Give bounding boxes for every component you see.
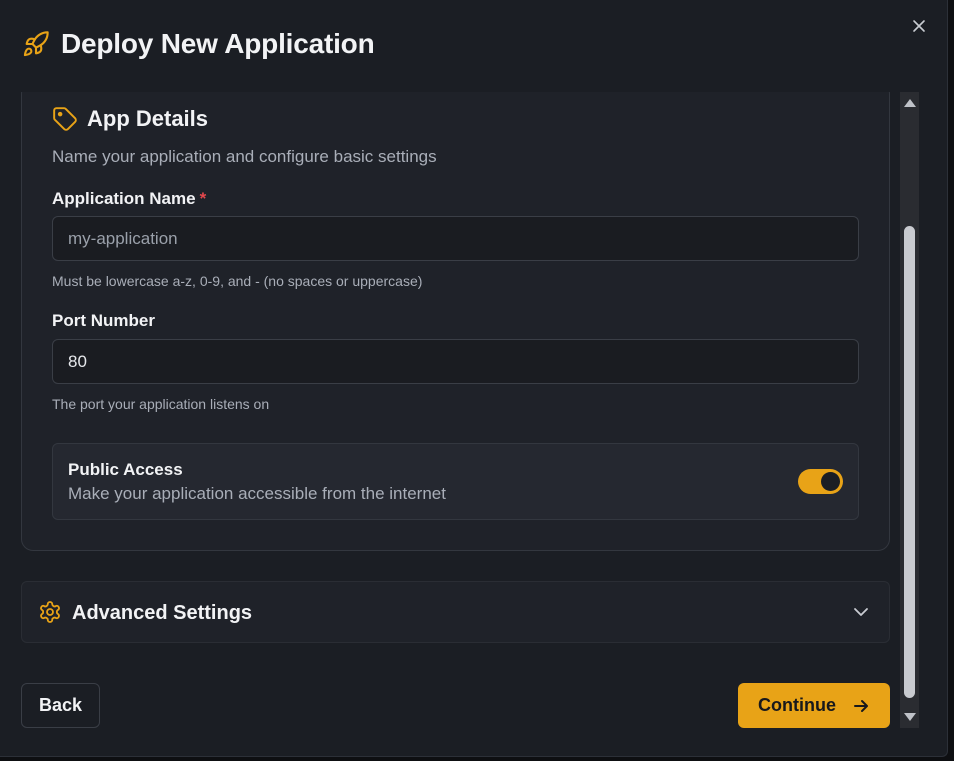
rocket-icon — [23, 31, 49, 57]
scrollbar[interactable] — [900, 92, 919, 728]
advanced-settings-accordion[interactable]: Advanced Settings — [21, 581, 890, 643]
arrow-right-icon — [854, 699, 868, 712]
scroll-down-arrow[interactable] — [904, 713, 916, 721]
port-label: Port Number — [52, 311, 155, 330]
advanced-settings-title: Advanced Settings — [72, 602, 253, 624]
section-header: App Details — [52, 106, 208, 132]
app-name-label: Application Name * — [52, 189, 206, 209]
continue-button[interactable]: Continue — [738, 683, 890, 728]
toggle-knob — [821, 472, 840, 491]
scrollbar-thumb[interactable] — [904, 226, 915, 698]
required-marker: * — [199, 189, 207, 208]
port-hint: The port your application listens on — [52, 396, 270, 412]
public-access-title: Public Access — [68, 460, 183, 479]
section-title: App Details — [87, 106, 209, 131]
deploy-dialog: Deploy New Application App Details Name … — [0, 0, 948, 757]
gear-icon — [40, 601, 60, 623]
section-description: Name your application and configure basi… — [52, 147, 437, 166]
app-details-card: App Details Name your application and co… — [21, 92, 890, 551]
app-name-hint: Must be lowercase a-z, 0-9, and - (no sp… — [52, 273, 423, 289]
close-icon — [913, 20, 925, 32]
dialog-header: Deploy New Application — [0, 0, 947, 92]
tag-icon — [53, 107, 77, 131]
app-name-label-text: Application Name — [52, 189, 196, 208]
dialog-body: App Details Name your application and co… — [0, 92, 900, 728]
close-button[interactable] — [907, 14, 931, 38]
dialog-title: Deploy New Application — [61, 28, 375, 59]
back-button[interactable]: Back — [21, 683, 100, 728]
port-input[interactable] — [52, 339, 859, 384]
chevron-down-icon — [854, 608, 868, 616]
public-access-row: Public Access Make your application acce… — [52, 443, 859, 520]
continue-label: Continue — [758, 695, 836, 715]
public-access-toggle[interactable] — [798, 469, 843, 494]
scroll-up-arrow[interactable] — [904, 99, 916, 107]
public-access-description: Make your application accessible from th… — [68, 484, 446, 503]
app-name-input[interactable] — [52, 216, 859, 261]
